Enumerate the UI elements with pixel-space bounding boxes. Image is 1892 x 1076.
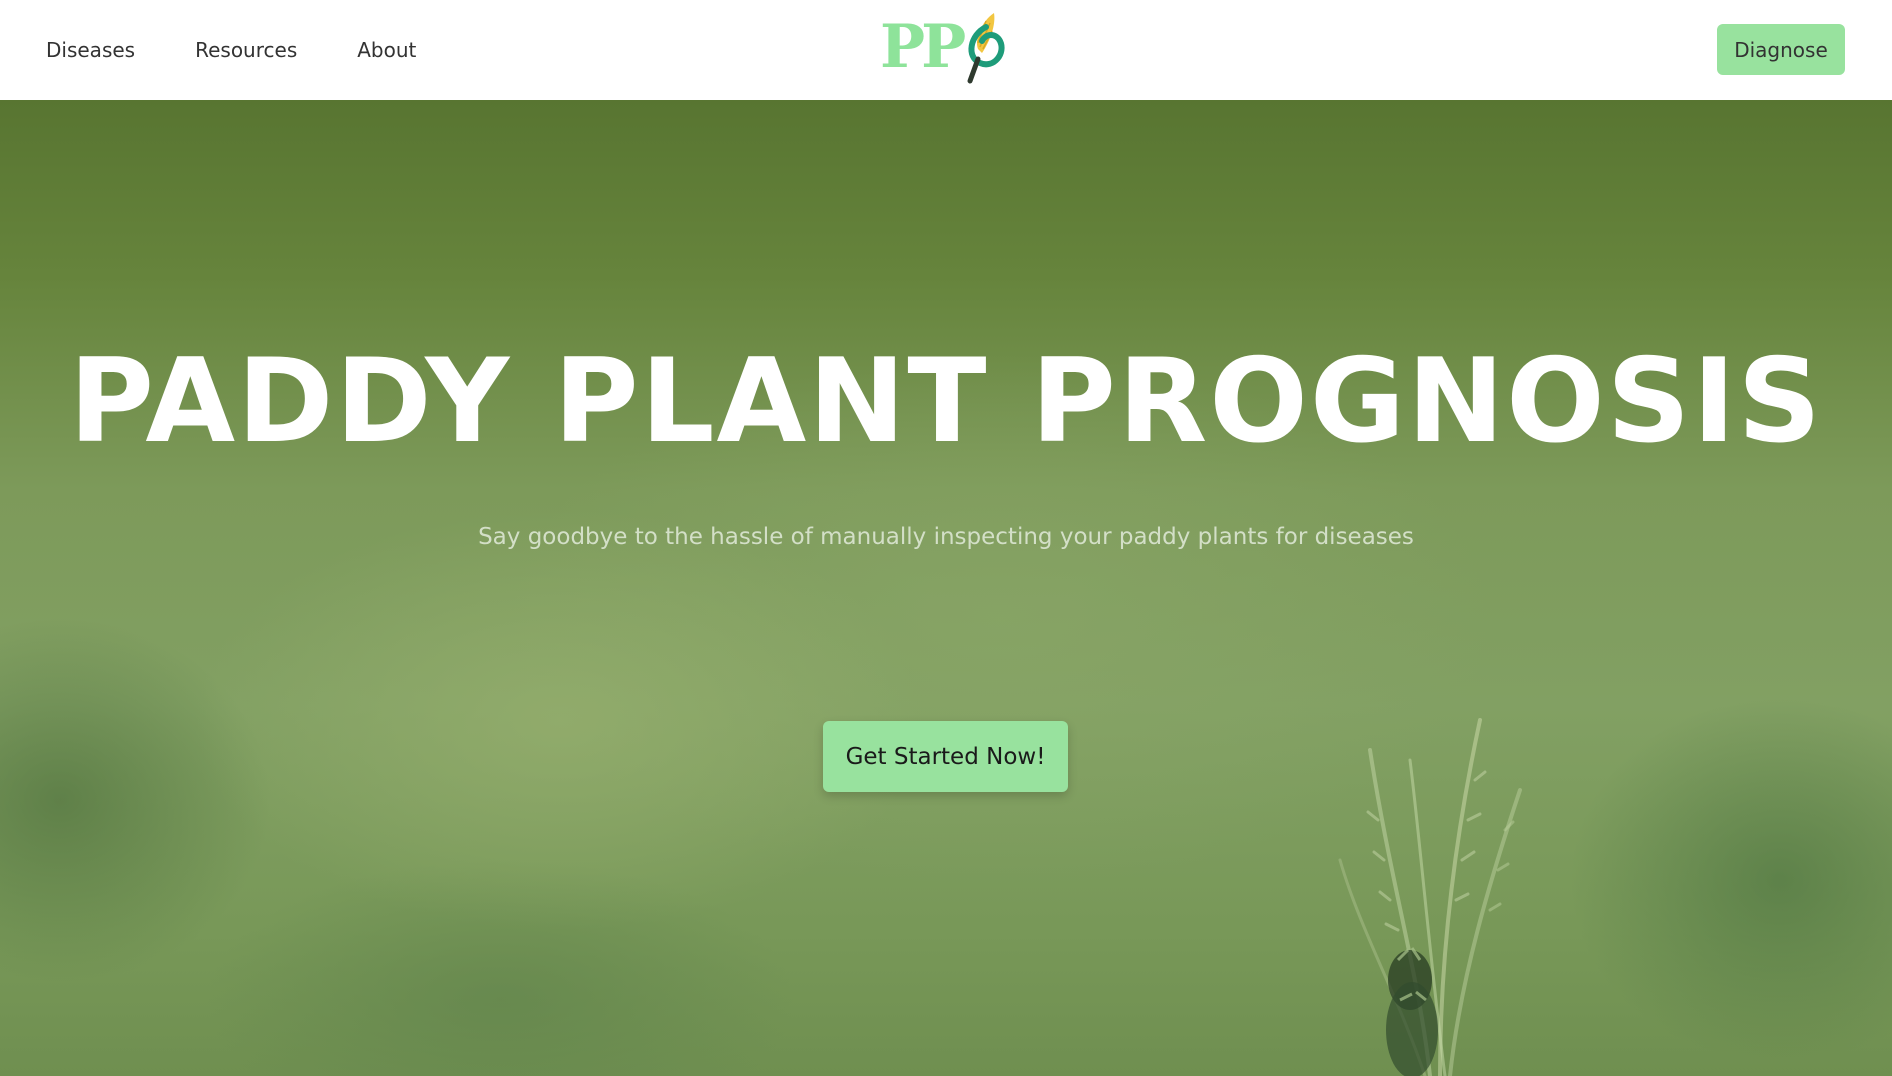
hero-section: PADDY PLANT PROGNOSIS Say goodbye to the…	[0, 100, 1892, 1076]
logo-text: PP	[880, 12, 966, 82]
nav-link-diseases[interactable]: Diseases	[46, 38, 135, 62]
nav-link-resources[interactable]: Resources	[195, 38, 297, 62]
get-started-button[interactable]: Get Started Now!	[823, 721, 1068, 792]
hero-title: PADDY PLANT PROGNOSIS	[68, 334, 1824, 469]
site-logo[interactable]: PP	[880, 8, 1030, 86]
diagnose-button[interactable]: Diagnose	[1717, 24, 1845, 75]
corn-cob-leaf-icon	[967, 13, 1005, 84]
hero-subtitle: Say goodbye to the hassle of manually in…	[478, 524, 1414, 550]
paddy-plant-image	[1338, 718, 1522, 1076]
nav-link-about[interactable]: About	[357, 38, 416, 62]
top-navbar: Diseases Resources About PP Diagnose	[0, 0, 1892, 100]
primary-nav: Diseases Resources About	[46, 0, 476, 100]
